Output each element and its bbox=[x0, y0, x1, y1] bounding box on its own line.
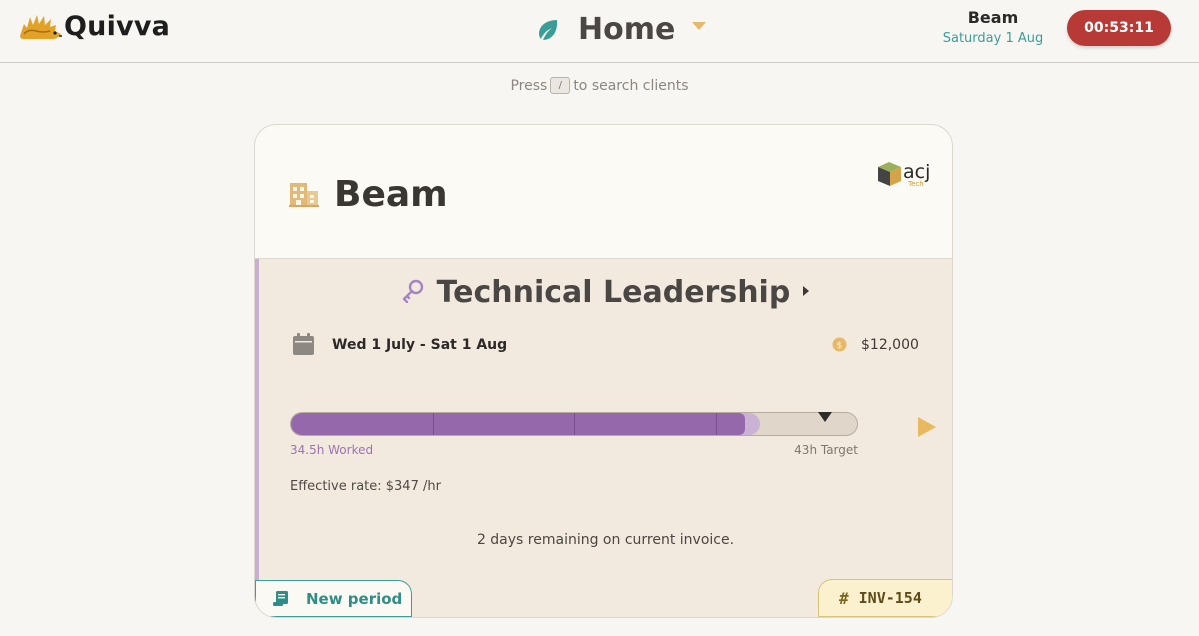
effective-rate: Effective rate: $347 /hr bbox=[290, 479, 441, 494]
new-period-button[interactable]: New period bbox=[255, 580, 412, 617]
client-logo-image: acj Tech bbox=[878, 161, 930, 188]
key-icon bbox=[402, 279, 423, 303]
progress-tick bbox=[715, 413, 717, 435]
search-hint-suffix: to search clients bbox=[573, 78, 689, 94]
client-logo: acj Tech bbox=[876, 157, 938, 193]
calendar-icon bbox=[293, 333, 314, 355]
remaining-days: 2 days remaining on current invoice. bbox=[476, 532, 735, 548]
svg-text:$: $ bbox=[837, 341, 843, 351]
current-date: Saturday 1 Aug bbox=[942, 31, 1044, 46]
user-name: Beam bbox=[967, 8, 1019, 27]
progress-tick bbox=[432, 413, 434, 435]
timer-button[interactable]: 00:53:11 bbox=[1067, 10, 1171, 46]
target-marker-icon bbox=[818, 412, 832, 422]
user-info: Beam Saturday 1 Aug bbox=[930, 7, 1056, 49]
project-name: Technical Leadership bbox=[436, 275, 791, 310]
search-hint-prefix: Press bbox=[510, 78, 548, 94]
new-period-label: New period bbox=[306, 589, 403, 608]
client-card: Beam acj Tech Technical Leadership Wed 1… bbox=[254, 124, 953, 618]
caret-down-icon bbox=[692, 22, 707, 30]
progress-tick bbox=[574, 413, 575, 435]
leaf-icon bbox=[539, 20, 558, 40]
page-switcher[interactable]: Home bbox=[536, 8, 707, 52]
hours-progress-bar bbox=[290, 412, 858, 436]
app-name: Quivva bbox=[64, 11, 171, 42]
search-shortcut-key: / bbox=[550, 76, 571, 94]
invoice-amount: $12,000 bbox=[861, 337, 919, 353]
building-icon bbox=[289, 183, 319, 207]
hedgehog-logo-icon bbox=[20, 15, 62, 39]
top-bar: Quivva Home Beam Saturday 1 Aug 00:53:11 bbox=[0, 0, 1199, 63]
app-logo[interactable]: Quivva bbox=[18, 10, 170, 44]
period-dates: Wed 1 July - Sat 1 Aug bbox=[332, 337, 508, 353]
worked-hours-label: 34.5h Worked bbox=[290, 443, 374, 457]
scroll-icon bbox=[273, 591, 288, 606]
client-logo-subtext: Tech bbox=[907, 180, 924, 188]
client-name: Beam bbox=[334, 174, 448, 215]
client-card-header: Beam acj Tech bbox=[255, 125, 952, 259]
progress-worked-fill bbox=[291, 413, 745, 435]
coin-icon: $ bbox=[832, 337, 847, 352]
project-panel: Technical Leadership Wed 1 July - Sat 1 … bbox=[255, 259, 952, 617]
page-title: Home bbox=[578, 12, 676, 47]
play-icon[interactable] bbox=[917, 416, 937, 438]
invoice-number: INV-154 bbox=[858, 589, 922, 607]
invoice-number-tag[interactable]: # INV-154 bbox=[818, 579, 952, 617]
invoice-hash: # bbox=[839, 588, 849, 608]
project-title-row[interactable]: Technical Leadership bbox=[259, 273, 952, 313]
search-hint: Press / to search clients bbox=[0, 76, 1199, 94]
target-hours-label: 43h Target bbox=[794, 443, 858, 457]
chevron-right-icon bbox=[803, 285, 810, 296]
